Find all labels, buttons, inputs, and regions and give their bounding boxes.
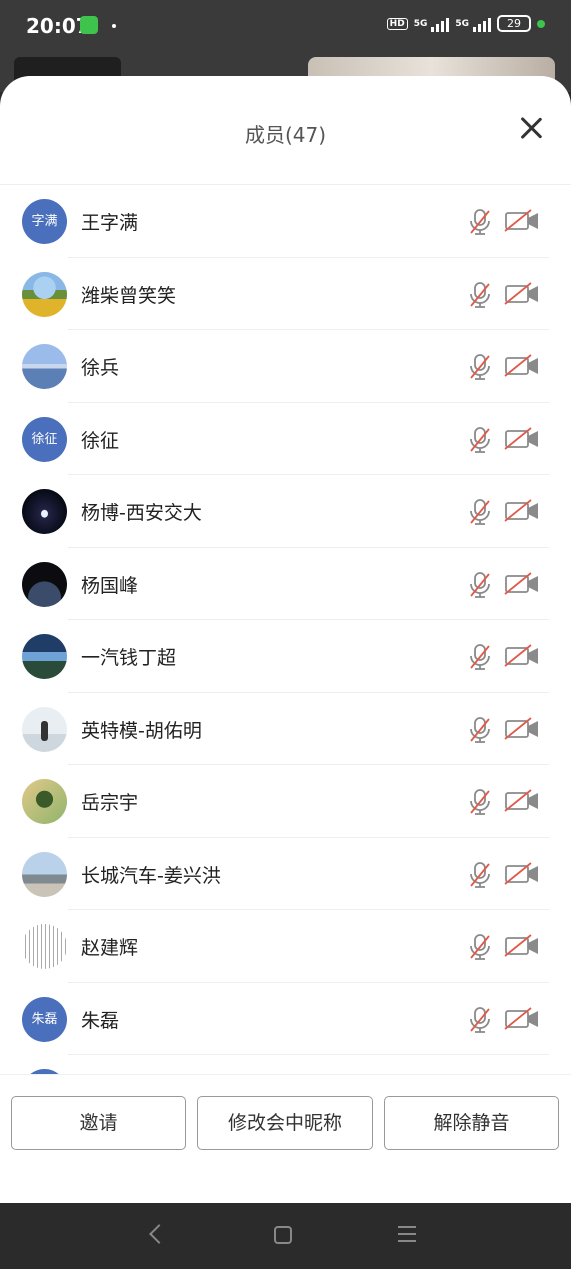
avatar: 字满 [22, 199, 67, 244]
back-icon[interactable] [149, 1224, 169, 1244]
mic-muted-icon[interactable] [469, 643, 491, 671]
mic-muted-icon[interactable] [469, 353, 491, 381]
camera-off-icon[interactable] [504, 861, 540, 886]
mic-muted-icon[interactable] [469, 426, 491, 454]
avatar [22, 924, 67, 969]
mic-muted-icon[interactable] [469, 571, 491, 599]
mic-muted-icon[interactable] [469, 933, 491, 961]
recent-apps-icon[interactable] [398, 1226, 416, 1242]
avatar [22, 344, 67, 389]
mic-muted-icon[interactable] [469, 208, 491, 236]
member-name: 赵建辉 [81, 937, 139, 959]
member-row[interactable]: 杨国峰 [0, 548, 571, 621]
home-icon[interactable] [274, 1226, 292, 1244]
member-row[interactable]: 岳宗宇 [0, 765, 571, 838]
camera-off-icon[interactable] [504, 716, 540, 741]
avatar: 徐征 [22, 416, 67, 462]
camera-off-icon[interactable] [504, 571, 540, 596]
member-name: 潍柴曾笑笑 [81, 284, 177, 307]
member-row[interactable]: 字满 王字满 [0, 185, 571, 258]
unmute-all-button[interactable]: 解除静音 [384, 1096, 559, 1150]
camera-off-icon[interactable] [504, 499, 540, 523]
member-row[interactable]: 杨博-西安交大 [0, 475, 571, 548]
member-name: 杨博-西安交大 [81, 502, 202, 524]
mic-muted-icon[interactable] [469, 281, 491, 309]
member-name: 杨国峰 [81, 574, 139, 597]
avatar [22, 271, 67, 317]
camera-indicator-icon [537, 19, 545, 28]
network-type-2: 5G [455, 18, 469, 29]
notification-dot-icon [112, 24, 116, 28]
mic-muted-icon[interactable] [469, 1006, 491, 1034]
member-row[interactable]: 英特模-胡佑明 [0, 693, 571, 766]
member-row[interactable]: 长城汽车-姜兴洪 [0, 838, 571, 911]
member-row[interactable]: 朱磊 朱磊 [0, 983, 571, 1056]
system-nav-bar [0, 1203, 571, 1269]
mic-muted-icon[interactable] [469, 861, 491, 889]
member-row[interactable]: 赵建辉 [0, 910, 571, 983]
hd-icon: HD [386, 17, 408, 30]
member-name: 王字满 [81, 212, 139, 234]
member-row[interactable]: 徐征 徐征 [0, 403, 571, 476]
rename-button[interactable]: 修改会中昵称 [197, 1096, 373, 1150]
member-row[interactable]: 潍柴曾笑笑 [0, 258, 571, 331]
status-bar: 20:07 HD 5G 5G 29 [0, 0, 571, 52]
mic-muted-icon[interactable] [469, 716, 491, 744]
battery-icon: 29 [497, 15, 531, 32]
camera-off-icon[interactable] [504, 789, 540, 813]
camera-off-icon[interactable] [504, 426, 540, 451]
mic-muted-icon[interactable] [469, 498, 491, 526]
avatar [22, 706, 67, 752]
member-name: 朱磊 [81, 1009, 120, 1032]
avatar [22, 779, 67, 824]
camera-off-icon[interactable] [504, 644, 540, 668]
member-name: 长城汽车-姜兴洪 [81, 864, 221, 887]
mic-muted-icon[interactable] [469, 788, 491, 816]
avatar: 朱磊 [22, 996, 67, 1042]
signal-icon [473, 16, 491, 32]
member-row[interactable] [0, 1055, 571, 1074]
invite-button[interactable]: 邀请 [11, 1096, 186, 1150]
member-name: 一汽钱丁超 [81, 647, 177, 669]
camera-off-icon[interactable] [504, 354, 540, 378]
avatar [22, 851, 67, 897]
camera-off-icon[interactable] [504, 934, 540, 958]
status-indicators: HD 5G 5G 29 [386, 15, 545, 32]
member-row[interactable]: 一汽钱丁超 [0, 620, 571, 693]
sheet-title: 成员(47) [244, 123, 327, 147]
camera-off-icon[interactable] [504, 1006, 540, 1031]
member-name: 岳宗宇 [81, 792, 139, 814]
avatar [22, 489, 67, 534]
camera-off-icon[interactable] [504, 281, 540, 306]
member-name: 徐征 [81, 429, 120, 452]
member-name: 徐兵 [81, 357, 120, 379]
avatar [22, 634, 67, 679]
action-bar: 邀请 修改会中昵称 解除静音 [0, 1074, 571, 1203]
signal-icon [431, 16, 450, 32]
close-icon[interactable] [519, 116, 543, 140]
member-list[interactable]: 字满 王字满潍柴曾笑笑徐兵徐征 徐征杨博-西安交大 杨国峰一汽钱丁超英特模-胡佑明 岳宗… [0, 184, 571, 1074]
member-name: 英特模-胡佑明 [81, 719, 202, 742]
wechat-icon [80, 16, 98, 34]
camera-off-icon[interactable] [504, 209, 540, 233]
members-sheet: 成员(47) 字满 王字满潍柴曾笑笑徐兵徐征 徐征杨博-西安交大 杨国峰一汽钱丁超英特… [0, 76, 571, 1203]
network-type-1: 5G [413, 18, 428, 29]
member-row[interactable]: 徐兵 [0, 330, 571, 403]
avatar [22, 561, 67, 607]
